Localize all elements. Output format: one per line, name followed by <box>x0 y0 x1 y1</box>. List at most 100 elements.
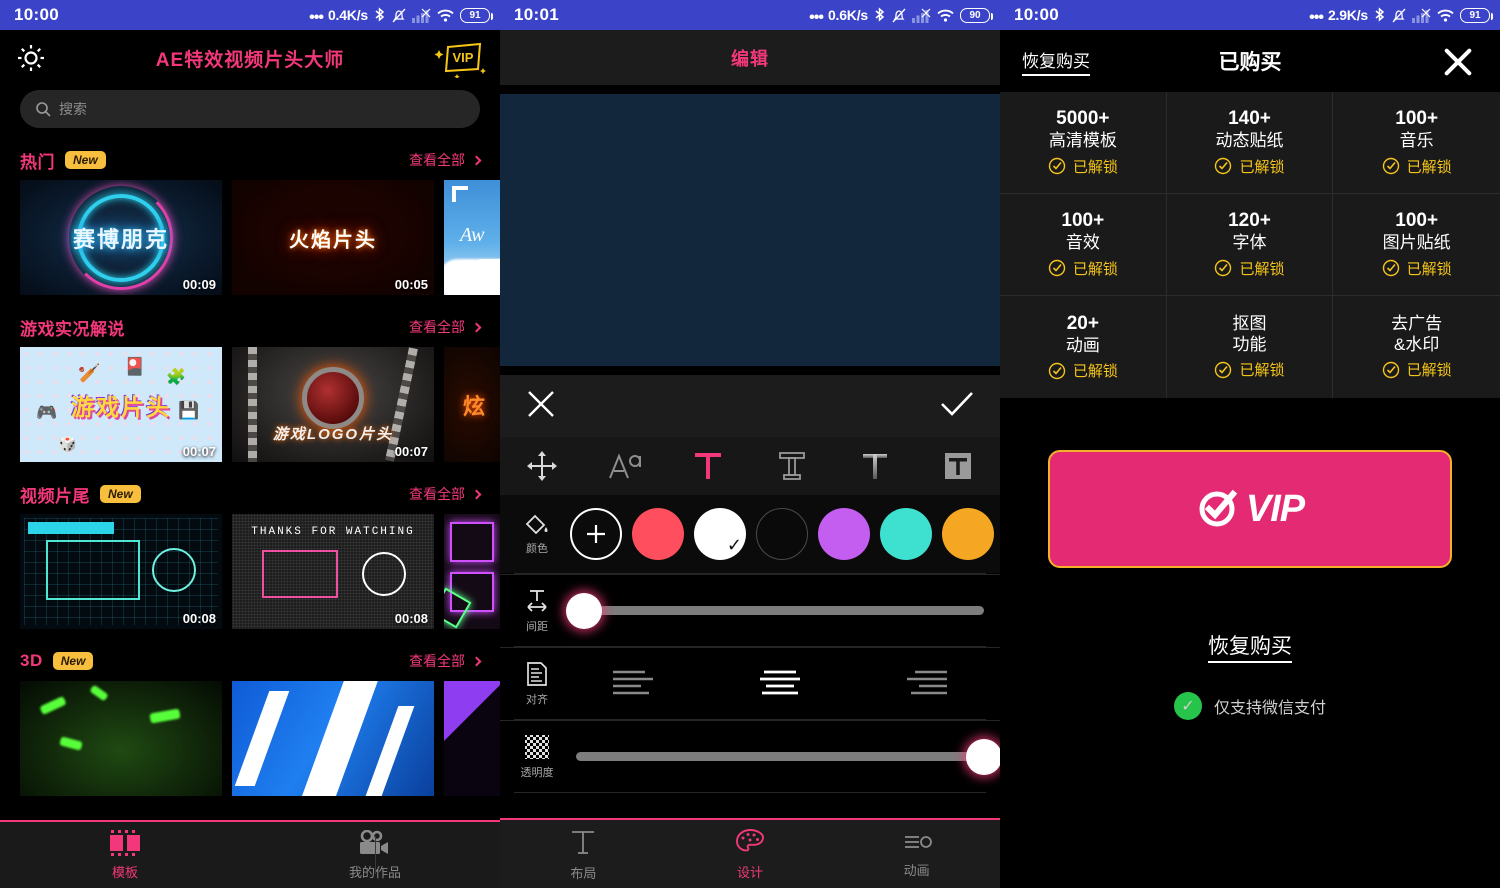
opacity-slider-track[interactable] <box>576 738 1000 775</box>
bluetooth-icon <box>373 6 386 24</box>
feature-status: 已解锁 <box>1214 258 1285 279</box>
feature-count: 抠图 <box>1232 313 1267 333</box>
see-all-link[interactable]: 查看全部 <box>409 484 482 504</box>
bell-muted-icon <box>1391 7 1407 24</box>
feature-cell[interactable]: 100+ 音乐 已解锁 <box>1333 92 1500 194</box>
preview-canvas[interactable] <box>500 94 1000 366</box>
opacity-row: 透明度 <box>500 720 1000 792</box>
feature-cell[interactable]: 去广告 &水印 已解锁 <box>1333 296 1500 398</box>
template-card[interactable]: THANKS FOR WATCHING 00:08 <box>232 514 434 629</box>
signal-bars-icon <box>1412 8 1431 23</box>
card-row[interactable] <box>0 681 500 796</box>
feature-cell[interactable]: 抠图 功能 已解锁 <box>1167 296 1334 398</box>
payment-note-text: 仅支持微信支付 <box>1213 700 1326 717</box>
nav-item-design[interactable]: 设计 <box>667 820 834 888</box>
template-card[interactable]: 火焰片头 00:05 <box>232 180 434 295</box>
template-card[interactable]: Aw <box>444 180 500 295</box>
color-swatch[interactable] <box>632 508 684 560</box>
feature-cell[interactable]: 120+ 字体 已解锁 <box>1166 194 1334 296</box>
template-card[interactable]: 00:08 <box>20 514 222 629</box>
search-input[interactable]: 搜索 <box>20 90 480 128</box>
template-duration: 00:09 <box>182 277 216 292</box>
template-scroll-area[interactable]: AE特效视频片头大师 VIP 搜索 热门 New 查看全部 赛博朋克 00:09… <box>0 30 500 820</box>
feature-cell[interactable]: 5000+ 高清模板 已解锁 <box>1000 92 1167 194</box>
gear-icon[interactable] <box>14 41 48 75</box>
color-swatch-selected[interactable]: ✓ <box>694 508 746 560</box>
opacity-slider-knob[interactable] <box>966 738 1000 775</box>
nav-item-layout[interactable]: 布局 <box>500 820 667 888</box>
color-row-label: 颜色 <box>514 513 560 556</box>
card-row[interactable]: 🎮 🏏 🎴 🧩 💾 🎲 游戏片头 00:07 游戏LOGO片头 00:07 炫 <box>0 347 500 462</box>
preview-area[interactable] <box>500 85 1000 375</box>
see-all-link[interactable]: 查看全部 <box>409 651 482 671</box>
template-card[interactable]: 赛博朋克 00:09 <box>20 180 222 295</box>
template-duration: 00:08 <box>394 611 428 626</box>
restore-purchase-link-bottom[interactable]: 恢复购买 <box>1000 630 1500 663</box>
see-all-label: 查看全部 <box>409 319 465 335</box>
align-center-icon[interactable] <box>707 667 854 701</box>
move-tool-icon[interactable] <box>500 449 583 483</box>
template-card[interactable] <box>20 681 222 796</box>
font-tool-icon[interactable] <box>583 450 666 482</box>
feature-count: 100+ <box>1395 210 1439 232</box>
spacing-row: 间距 <box>500 574 1000 646</box>
template-card[interactable]: 🎮 🏏 🎴 🧩 💾 🎲 游戏片头 00:07 <box>20 347 222 462</box>
align-left-icon[interactable] <box>560 667 707 701</box>
feature-count: 140+ <box>1228 108 1271 130</box>
template-card[interactable]: 游戏LOGO片头 00:07 <box>232 347 434 462</box>
color-swatch[interactable] <box>880 508 932 560</box>
nav-item-templates[interactable]: 模板 <box>0 822 250 888</box>
template-label: 炫 <box>462 393 487 419</box>
restore-purchase-link-top[interactable]: 恢复购买 <box>1022 47 1090 76</box>
text-shadow-tool-icon[interactable] <box>833 449 916 483</box>
spacing-slider-track[interactable] <box>566 592 984 629</box>
card-row[interactable]: 00:08 THANKS FOR WATCHING 00:08 <box>0 514 500 629</box>
see-all-link[interactable]: 查看全部 <box>409 150 482 170</box>
template-card[interactable] <box>444 681 500 796</box>
feature-status-text: 已解锁 <box>1072 260 1118 278</box>
text-background-tool-icon[interactable] <box>917 449 1000 483</box>
text-color-tool-icon[interactable] <box>667 449 750 483</box>
bluetooth-icon <box>873 6 886 24</box>
status-bar-left: 10:00 ••• 0.4K/s 91 <box>0 0 500 30</box>
align-row-label: 对齐 <box>514 661 560 707</box>
feature-count: 5000+ <box>1056 108 1110 130</box>
template-card[interactable] <box>444 514 500 629</box>
color-swatch[interactable] <box>942 508 994 560</box>
feature-cell[interactable]: 100+ 图片贴纸 已解锁 <box>1333 194 1500 296</box>
nav-label: 模板 <box>111 864 138 880</box>
template-duration: 00:05 <box>394 277 428 292</box>
nav-item-my-works[interactable]: 我的作品 <box>250 822 500 888</box>
text-stroke-tool-icon[interactable] <box>750 449 833 483</box>
line-spacing-icon <box>527 589 547 612</box>
color-swatch-row[interactable]: 颜色 ✓ <box>500 495 1000 573</box>
close-icon[interactable] <box>526 389 556 424</box>
feature-name: 字体 <box>1232 233 1267 253</box>
template-label: 游戏片头 <box>71 393 171 420</box>
card-row[interactable]: 赛博朋克 00:09 火焰片头 00:05 Aw <box>0 180 500 295</box>
template-label: 赛博朋克 <box>72 226 169 252</box>
check-circle-icon <box>1215 157 1232 175</box>
color-swatch[interactable] <box>818 508 870 560</box>
template-card[interactable]: 炫 <box>444 347 500 462</box>
align-right-icon[interactable] <box>853 667 1000 701</box>
add-color-button[interactable] <box>570 508 622 560</box>
bottom-nav-left: 模板 我的作品 <box>0 820 500 888</box>
template-card[interactable] <box>232 681 434 796</box>
vip-badge-icon[interactable]: VIP <box>434 38 486 80</box>
close-icon[interactable] <box>1438 41 1478 81</box>
feature-cell[interactable]: 140+ 动态贴纸 已解锁 <box>1166 92 1334 194</box>
spacing-slider-knob[interactable] <box>566 592 603 629</box>
nav-item-animation[interactable]: 动画 <box>833 820 1000 888</box>
check-circle-icon <box>1215 361 1232 379</box>
section-title: 视频片尾 <box>20 486 90 506</box>
feature-cell[interactable]: 100+ 音效 已解锁 <box>1000 194 1167 296</box>
see-all-link[interactable]: 查看全部 <box>409 317 482 337</box>
status-network-speed: 2.9K/s <box>1327 7 1368 23</box>
status-time: 10:01 <box>514 5 559 24</box>
vip-purchase-button[interactable]: VIP <box>1048 450 1452 568</box>
color-swatch[interactable] <box>756 508 808 560</box>
feature-cell[interactable]: 20+ 动画 已解锁 <box>1000 296 1167 398</box>
check-icon[interactable] <box>940 391 974 422</box>
feature-count: 100+ <box>1395 108 1439 130</box>
